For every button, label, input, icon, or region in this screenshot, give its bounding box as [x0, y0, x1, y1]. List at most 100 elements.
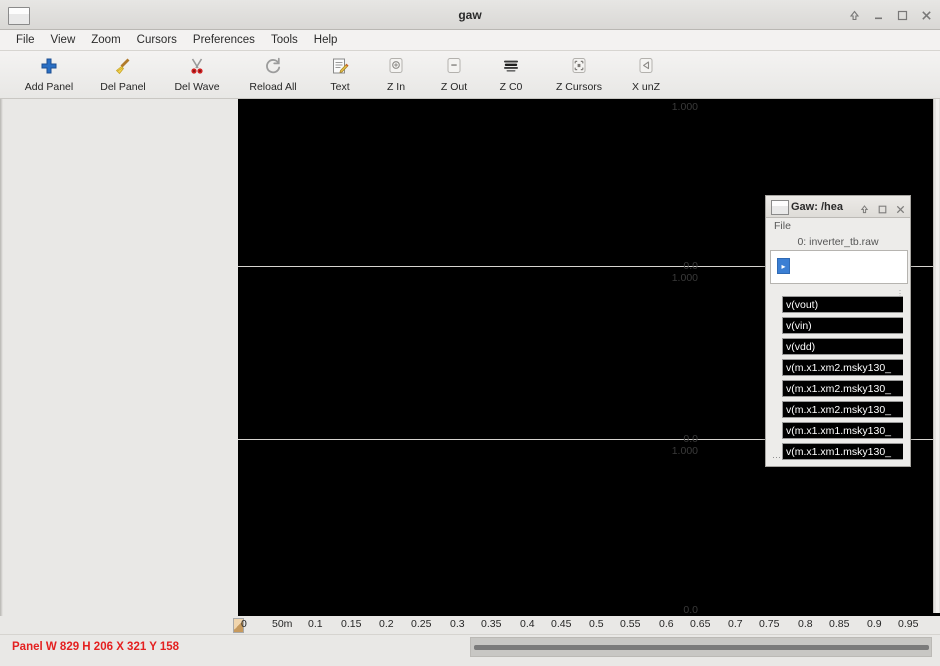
status-message: Panel W 829 H 206 X 321 Y 158 [12, 641, 180, 653]
x-tick: 0.55 [620, 618, 641, 630]
reload-icon [263, 54, 283, 78]
menu-preferences[interactable]: Preferences [185, 32, 263, 48]
x-axis-top-strip [238, 613, 940, 616]
zoom-cursors-icon [569, 54, 589, 78]
y-axis-label: 0.0 [683, 260, 698, 272]
list-item[interactable]: v(m.x1.xm2.msky130_ [782, 359, 910, 376]
dialog-title: Gaw: /hea [791, 201, 843, 213]
statusbar: Panel W 829 H 206 X 321 Y 158 [0, 634, 940, 666]
x-tick: 0.3 [450, 618, 465, 630]
x-tick: 0.45 [551, 618, 572, 630]
menu-help[interactable]: Help [306, 32, 346, 48]
dialog-maximize-button[interactable] [877, 202, 888, 213]
list-item[interactable]: v(m.x1.xm1.msky130_ [782, 443, 910, 460]
toolbutton-x-unzoom[interactable]: X unZ [620, 54, 672, 98]
window-title: gaw [458, 8, 482, 22]
minimize-button[interactable] [871, 8, 886, 23]
x-tick: 50m [272, 618, 293, 630]
toolbutton-label: Z Out [440, 81, 468, 93]
dialog-titlebar: Gaw: /hea [766, 196, 910, 218]
y-axis-label: 1.000 [671, 101, 698, 113]
x-tick: 0 [241, 618, 247, 630]
x-tick: 0.4 [520, 618, 535, 630]
toolbutton-del-wave[interactable]: Del Wave [164, 54, 230, 98]
y-axis-label: 1.000 [671, 272, 698, 284]
scrollbar-thumb[interactable] [474, 645, 929, 650]
toolbutton-zoom-in[interactable]: Z In [372, 54, 420, 98]
dialog-window-controls [859, 196, 906, 218]
x-tick: 0.6 [659, 618, 674, 630]
x-tick: 0.35 [481, 618, 502, 630]
x-axis[interactable]: 0 50m 0.1 0.15 0.2 0.25 0.3 0.35 0.4 0.4… [0, 613, 940, 634]
list-item[interactable]: v(m.x1.xm1.msky130_ [782, 422, 910, 439]
dialog-close-button[interactable] [895, 202, 906, 213]
x-tick: 0.65 [690, 618, 711, 630]
toolbutton-label: Del Wave [174, 81, 220, 93]
menu-file[interactable]: File [8, 32, 43, 48]
text-edit-icon [330, 54, 350, 78]
toolbutton-text[interactable]: Text [316, 54, 364, 98]
broom-icon [113, 54, 133, 78]
toolbutton-zoom-c0[interactable]: Z C0 [486, 54, 536, 98]
zoom-in-icon [386, 54, 406, 78]
toolbar: Add Panel Del Panel Del Wave Reload All … [0, 51, 940, 99]
menu-tools[interactable]: Tools [263, 32, 306, 48]
list-item[interactable]: v(vin) [782, 317, 910, 334]
toolbutton-label: Z C0 [499, 81, 523, 93]
dialog-shade-button[interactable] [859, 202, 870, 213]
x-tick: 0.9 [867, 618, 882, 630]
y-axis-label: 0.0 [683, 433, 698, 445]
close-button[interactable] [919, 8, 934, 23]
y-axis-label: 1.000 [671, 445, 698, 457]
zoom-cursor0-icon [501, 54, 521, 78]
dialog-menubar: File [766, 218, 910, 235]
menu-cursors[interactable]: Cursors [129, 32, 185, 48]
right-edge-strip [933, 99, 940, 616]
right-edge-inner [936, 99, 939, 616]
toolbutton-zoom-cursors[interactable]: Z Cursors [546, 54, 612, 98]
wave-list[interactable]: v(vout) v(vin) v(vdd) v(m.x1.xm2.msky130… [782, 296, 910, 462]
toolbutton-label: Add Panel [24, 81, 74, 93]
list-item[interactable]: v(m.x1.xm2.msky130_ [782, 380, 910, 397]
zoom-out-icon [444, 54, 464, 78]
dialog-list-right-edge [903, 291, 910, 466]
x-tick: 0.5 [589, 618, 604, 630]
left-edge-shadow [0, 99, 3, 616]
x-tick: 0.25 [411, 618, 432, 630]
toolbutton-label: Z In [386, 81, 406, 93]
x-tick: 0.75 [759, 618, 780, 630]
toolbutton-del-panel[interactable]: Del Panel [90, 54, 156, 98]
menubar: File View Zoom Cursors Preferences Tools… [0, 30, 940, 51]
dialog-drop-area[interactable]: ▸ [770, 250, 908, 284]
window-controls [847, 0, 934, 30]
maximize-button[interactable] [895, 8, 910, 23]
list-item[interactable]: v(m.x1.xm2.msky130_ [782, 401, 910, 418]
toolbutton-reload-all[interactable]: Reload All [238, 54, 308, 98]
toolbutton-label: X unZ [631, 81, 660, 93]
list-item[interactable]: v(vdd) [782, 338, 910, 355]
x-tick: 0.2 [379, 618, 394, 630]
x-tick: 0.95 [898, 618, 919, 630]
toolbutton-label: Text [330, 81, 350, 93]
toolbutton-label: Del Panel [100, 81, 146, 93]
x-tick: 0.7 [728, 618, 743, 630]
dialog-resize-grip[interactable]: ⋯ [772, 452, 781, 463]
shade-button[interactable] [847, 8, 862, 23]
x-tick: 0.85 [829, 618, 850, 630]
toolbutton-zoom-out[interactable]: Z Out [428, 54, 480, 98]
dialog-list-header: ⋮ [766, 286, 910, 298]
gaw-application-window: gaw File View Zoom Cursors Preferences T… [0, 0, 940, 666]
menu-view[interactable]: View [43, 32, 84, 48]
wave-list-dialog[interactable]: Gaw: /hea File 0: inverter_tb.raw ▸ ⋮ v(… [765, 195, 911, 467]
scissors-icon [187, 54, 207, 78]
x-tick: 0.15 [341, 618, 362, 630]
toolbutton-add-panel[interactable]: Add Panel [14, 54, 84, 98]
x-tick: 0.1 [308, 618, 323, 630]
file-badge-icon: ▸ [777, 258, 790, 274]
toolbutton-label: Reload All [249, 81, 297, 93]
dialog-file-label: 0: inverter_tb.raw [797, 236, 879, 248]
list-item[interactable]: v(vout) [782, 296, 910, 313]
menu-zoom[interactable]: Zoom [83, 32, 128, 48]
horizontal-scrollbar[interactable] [470, 637, 932, 657]
dialog-menu-file[interactable]: File [774, 220, 791, 232]
